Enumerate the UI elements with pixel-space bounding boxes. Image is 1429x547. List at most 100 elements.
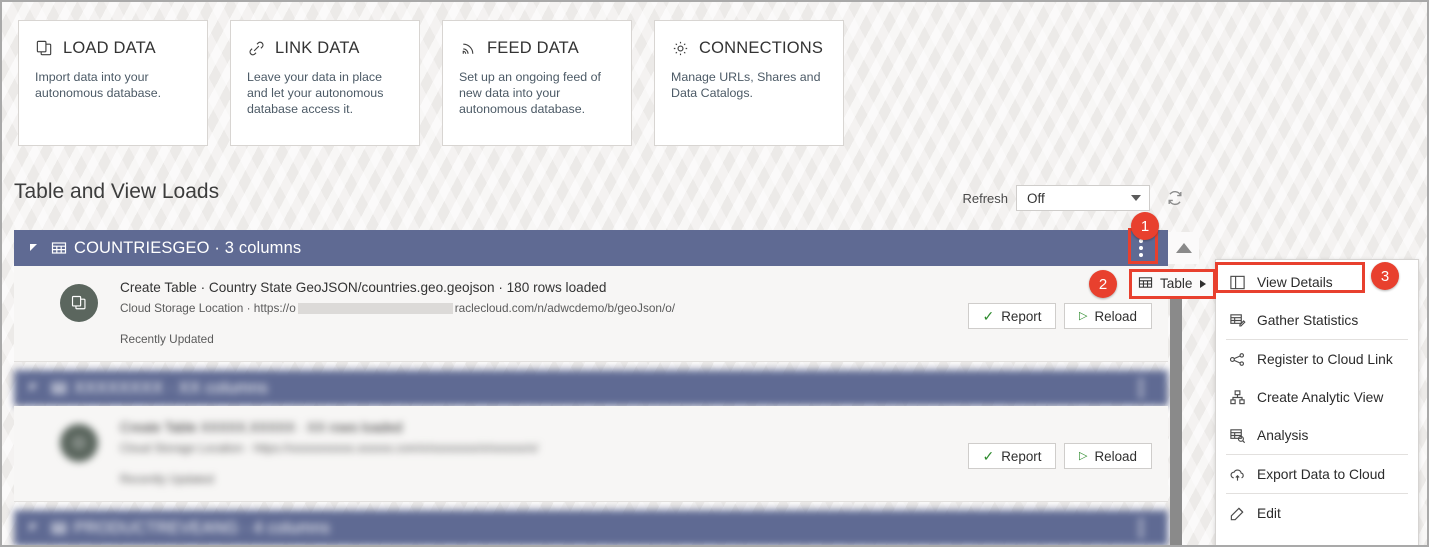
- context-menu: View Details Gather Statistics Register …: [1215, 259, 1419, 546]
- callout-badge-1: 1: [1131, 212, 1159, 240]
- reload-button[interactable]: ▷ Reload: [1064, 443, 1152, 469]
- storage-location-suffix: raclecloud.com/n/adwcdemo/b/geoJson/o/: [454, 301, 676, 315]
- menu-item-analysis[interactable]: Analysis: [1216, 416, 1418, 454]
- refresh-label: Refresh: [962, 190, 1008, 206]
- menu-item-register-to-cloud-link[interactable]: Register to Cloud Link: [1216, 340, 1418, 378]
- card-title: FEED DATA: [487, 39, 579, 57]
- card-description: Manage URLs, Shares and Data Catalogs.: [671, 70, 821, 100]
- load-status-text: Recently Updated: [120, 332, 214, 346]
- report-button[interactable]: ✓ Report: [968, 303, 1056, 329]
- card-description: Import data into your autonomous databas…: [35, 70, 162, 100]
- card-header: LOAD DATA: [35, 39, 191, 58]
- card-load-data[interactable]: LOAD DATA Import data into your autonomo…: [18, 20, 208, 146]
- refresh-select[interactable]: Off: [1016, 185, 1150, 211]
- load-detail-line2: Cloud Storage Location · https://o racle…: [120, 301, 675, 315]
- menu-item-label: Register to Cloud Link: [1257, 351, 1393, 367]
- menu-item-label: Edit: [1257, 505, 1281, 521]
- collapse-panel-button[interactable]: [1168, 232, 1199, 264]
- load-detail-line1: Create Table · Country State GeoJSON/cou…: [120, 280, 607, 295]
- group-header-countriesgeo[interactable]: COUNTRIESGEO · 3 columns: [14, 230, 1168, 266]
- load-detail-text-blurred: Create Table XXXXX.XXXXX · XX rows loade…: [120, 420, 538, 486]
- cloud-upload-icon: [1228, 465, 1246, 483]
- group-kebab-menu-button[interactable]: [1128, 374, 1154, 402]
- menu-item-edit[interactable]: Edit: [1216, 494, 1418, 532]
- card-title: LOAD DATA: [63, 39, 156, 57]
- app-page: LOAD DATA Import data into your autonomo…: [0, 0, 1429, 547]
- menu-item-label: Export Data to Cloud: [1257, 466, 1386, 482]
- load-status-text: Recently Updated: [120, 472, 214, 486]
- table-grid-icon: [51, 240, 67, 256]
- status-circle-icon: [60, 424, 98, 462]
- triangle-up-icon: [1175, 243, 1192, 253]
- share-nodes-icon: [1228, 350, 1246, 368]
- card-link-data[interactable]: LINK DATA Leave your data in place and l…: [230, 20, 420, 146]
- card-description: Set up an ongoing feed of new data into …: [459, 70, 601, 116]
- caret-collapse-icon[interactable]: [30, 243, 37, 251]
- reload-button[interactable]: ▷ Reload: [1064, 303, 1152, 329]
- row-actions: ✓ Report ▷ Reload: [968, 443, 1152, 469]
- refresh-select-value: Off: [1027, 190, 1045, 206]
- card-description: Leave your data in place and let your au…: [247, 70, 384, 116]
- caret-collapse-icon[interactable]: [30, 523, 37, 531]
- menu-item-label: Create Analytic View: [1257, 389, 1384, 405]
- redacted-block: [297, 302, 453, 314]
- card-title: LINK DATA: [275, 39, 360, 57]
- group-kebab-menu-button[interactable]: [1128, 514, 1154, 542]
- group-header-blurred[interactable]: XXXXXXXX · XX columns: [14, 370, 1168, 406]
- chevron-down-icon: [1131, 195, 1141, 201]
- page-title: Table and View Loads: [14, 180, 220, 203]
- row-actions: ✓ Report ▷ Reload: [968, 303, 1152, 329]
- table-and-view-loads-list: COUNTRIESGEO · 3 columns Create Table · …: [14, 230, 1168, 545]
- list-scrollbar[interactable]: [1170, 270, 1182, 545]
- action-cards: LOAD DATA Import data into your autonomo…: [18, 20, 844, 146]
- pencil-edit-icon: [1228, 504, 1246, 522]
- storage-location-prefix: Cloud Storage Location · https://o: [120, 301, 296, 315]
- report-button[interactable]: ✓ Report: [968, 443, 1056, 469]
- menu-item-create-analytic-view[interactable]: Create Analytic View: [1216, 378, 1418, 416]
- report-button-label: Report: [1001, 448, 1042, 464]
- report-button-label: Report: [1001, 308, 1042, 324]
- copy-pages-icon: [60, 284, 98, 322]
- group-body-countriesgeo: Create Table · Country State GeoJSON/cou…: [14, 266, 1168, 362]
- table-stats-icon: [1228, 311, 1246, 329]
- group-title: XXXXXXXX · XX columns: [74, 378, 268, 397]
- group-header-productreveang[interactable]: PRODUCTREVEANG · 4 columns: [14, 510, 1168, 545]
- trash-icon: [1228, 542, 1246, 545]
- caret-collapse-icon[interactable]: [30, 383, 37, 391]
- callout-badge-2: 2: [1089, 270, 1117, 298]
- play-triangle-icon: ▷: [1079, 309, 1088, 322]
- card-header: CONNECTIONS: [671, 39, 827, 58]
- check-icon: ✓: [982, 448, 995, 464]
- hierarchy-icon: [1228, 388, 1246, 406]
- card-connections[interactable]: CONNECTIONS Manage URLs, Shares and Data…: [654, 20, 844, 146]
- card-title: CONNECTIONS: [699, 39, 824, 57]
- table-grid-icon: [51, 380, 67, 396]
- refresh-control: Refresh Off: [962, 185, 1185, 211]
- check-icon: ✓: [982, 308, 995, 324]
- card-header: FEED DATA: [459, 39, 615, 58]
- refresh-circular-arrows-icon[interactable]: [1165, 188, 1185, 208]
- menu-item-label: Drop: [1257, 544, 1287, 546]
- load-detail-line1: Create Table XXXXX.XXXXX · XX rows loade…: [120, 420, 403, 435]
- group-body-blurred: Create Table XXXXX.XXXXX · XX rows loade…: [14, 406, 1168, 502]
- play-triangle-icon: ▷: [1079, 449, 1088, 462]
- table-search-icon: [1228, 426, 1246, 444]
- load-detail-text: Create Table · Country State GeoJSON/cou…: [120, 280, 675, 346]
- group-title: COUNTRIESGEO · 3 columns: [74, 238, 302, 257]
- rss-feed-icon: [459, 39, 478, 58]
- menu-item-gather-statistics[interactable]: Gather Statistics: [1216, 301, 1418, 339]
- gear-icon: [671, 39, 690, 58]
- menu-item-label: Analysis: [1257, 427, 1309, 443]
- load-detail-line2: Cloud Storage Location · https://xxxxxxx…: [120, 441, 538, 455]
- callout-badge-3: 3: [1371, 262, 1399, 290]
- menu-item-export-data-to-cloud[interactable]: Export Data to Cloud: [1216, 455, 1418, 493]
- menu-item-label: Gather Statistics: [1257, 312, 1359, 328]
- group-title: PRODUCTREVEANG · 4 columns: [74, 518, 331, 537]
- storage-location-text: Cloud Storage Location · https://xxxxxxx…: [120, 441, 539, 455]
- menu-item-drop[interactable]: Drop: [1216, 532, 1418, 546]
- scrollbar-thumb[interactable]: [1170, 270, 1182, 545]
- copy-pages-icon: [35, 39, 54, 58]
- card-feed-data[interactable]: FEED DATA Set up an ongoing feed of new …: [442, 20, 632, 146]
- reload-button-label: Reload: [1094, 308, 1137, 324]
- highlight-table-flyout: [1129, 269, 1216, 299]
